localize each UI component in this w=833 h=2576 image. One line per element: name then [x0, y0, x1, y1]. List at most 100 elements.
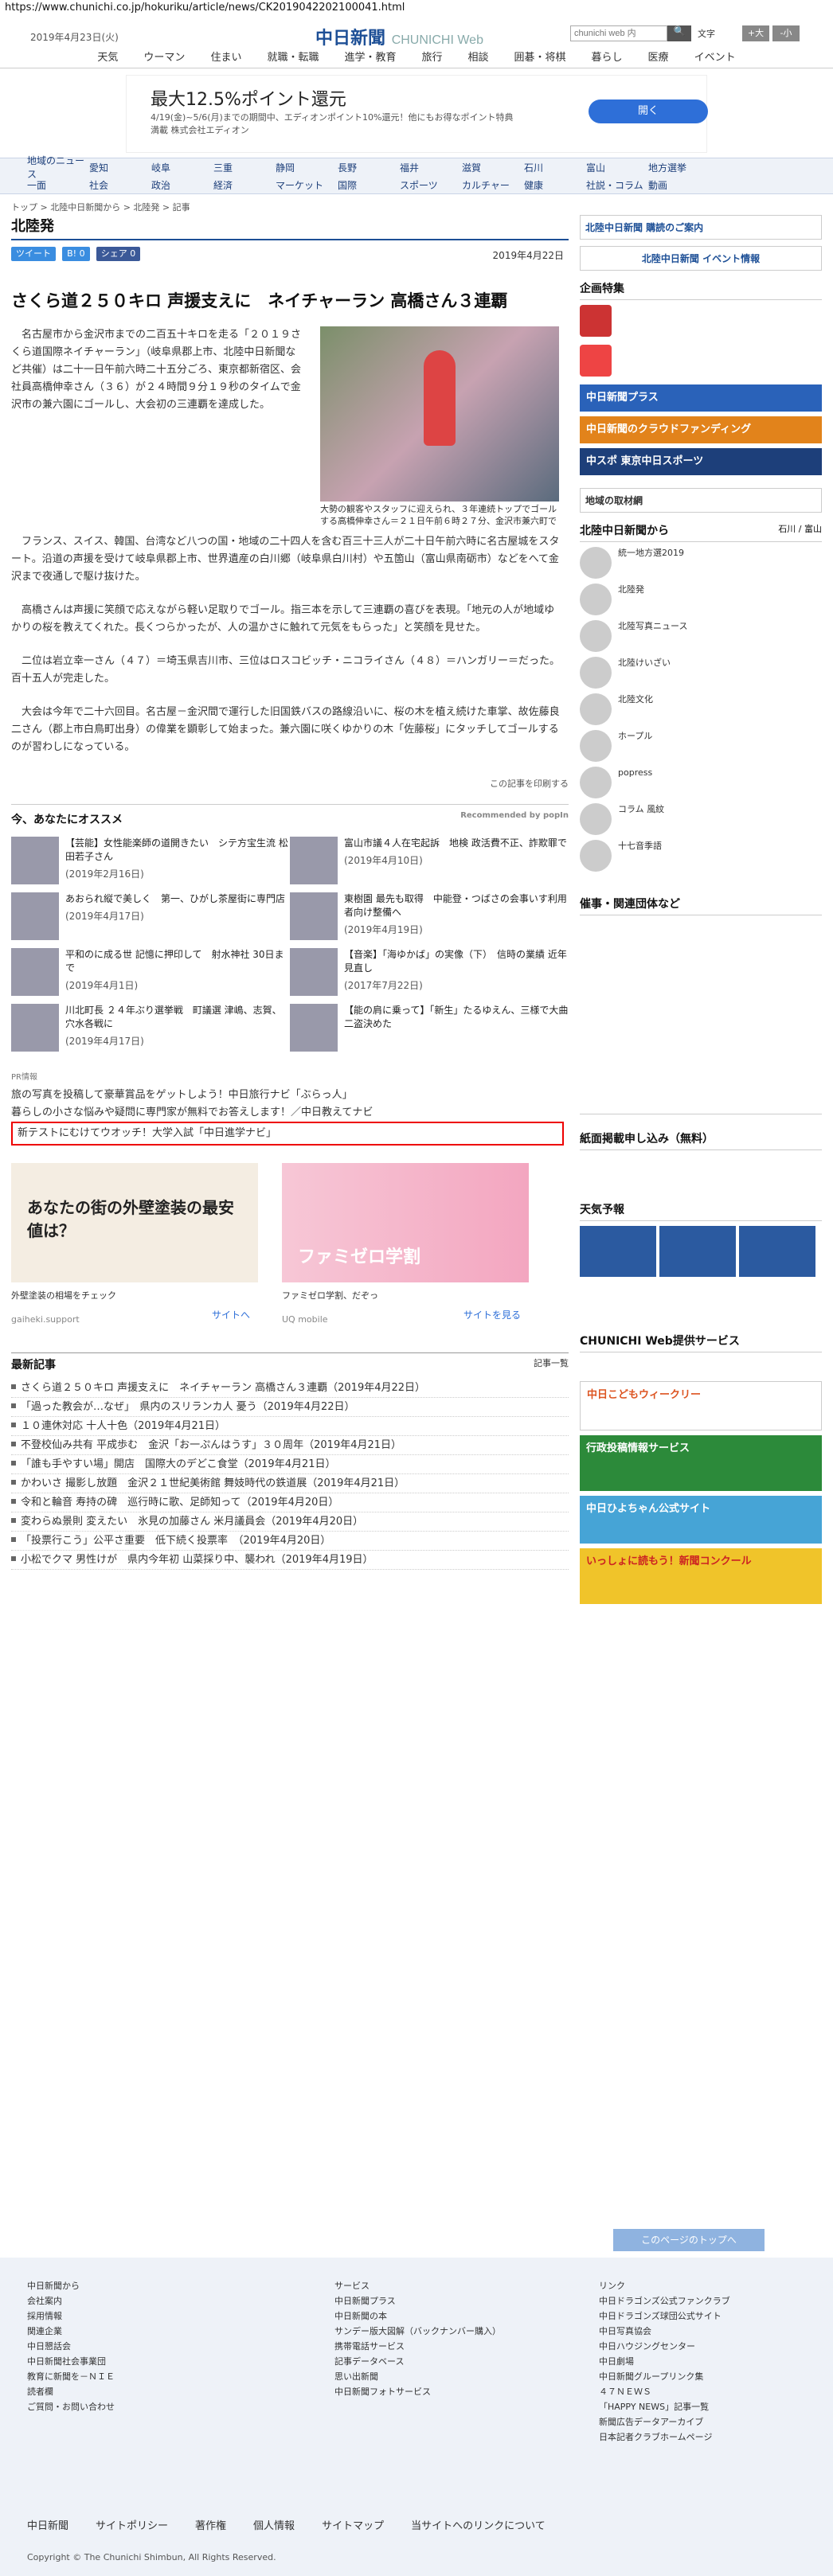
ad-uqmobile[interactable]: ファミゼロ学割 ファミゼロ学割、だぞっ UQ mobile サイトを見る	[282, 1163, 529, 1330]
recommend-item[interactable]: 平和のに成る世 記憶に押印して 射水神社 30日まで (2019年4月1日)	[11, 948, 290, 996]
side-item-label[interactable]: コラム 風紋	[618, 803, 664, 835]
latest-article[interactable]: 不登校仙み共有 平成歩む 金沢「お一ぷんはうす」３０周年（2019年4月21日）	[11, 1436, 569, 1455]
subnav-item[interactable]: 滋賀	[462, 161, 524, 174]
recommend-title[interactable]: 平和のに成る世 記憶に押印して 射水神社 30日まで	[65, 948, 290, 975]
footer-link[interactable]: ご質問・お問い合わせ	[27, 2399, 115, 2414]
side-item-label[interactable]: 十七音季語	[618, 840, 662, 872]
facebook-share-button[interactable]: シェア 0	[96, 247, 141, 261]
gnav-item[interactable]: 暮らし	[579, 48, 636, 68]
side-item[interactable]: 北陸文化	[580, 693, 822, 725]
recommend-title[interactable]: 富山市議４人在宅起訴 地検 政活費不正、詐欺罪で	[344, 837, 567, 850]
subnav-item[interactable]: 健康	[524, 178, 586, 192]
footer-link[interactable]: 中日ドラゴンズ球団公式サイト	[599, 2309, 730, 2324]
subnav-item[interactable]: 福井	[400, 161, 462, 174]
side-item[interactable]: ホープル	[580, 730, 822, 762]
footer-link[interactable]: 「HAPPY NEWS」記事一覧	[599, 2399, 730, 2414]
footer-link[interactable]: 記事データベース	[334, 2354, 501, 2369]
subnav-item[interactable]: カルチャー	[462, 178, 524, 192]
footer-link[interactable]: 日本記者クラブホームページ	[599, 2430, 730, 2445]
hatena-button[interactable]: B! 0	[62, 247, 90, 261]
article-photo[interactable]	[320, 326, 559, 502]
subnav-item[interactable]: 経済	[213, 178, 276, 192]
side-item[interactable]: popress	[580, 767, 822, 798]
subnav-item[interactable]: 三重	[213, 161, 276, 174]
subnav-item[interactable]: 石川	[524, 161, 586, 174]
side-item-label[interactable]: 北陸写真ニュース	[618, 620, 687, 652]
side-item-label[interactable]: ホープル	[618, 730, 652, 762]
recommend-title[interactable]: 川北町長 ２４年ぶり選挙戦 町議選 津嶋、志賀、穴水各戦に	[65, 1004, 290, 1031]
side-item[interactable]: 統一地方選2019	[580, 547, 822, 579]
footer-link[interactable]: 中日ハウジングセンター	[599, 2339, 730, 2354]
side-item-label[interactable]: popress	[618, 767, 652, 798]
gyosei-banner[interactable]: 行政投稿情報サービス	[580, 1435, 822, 1491]
footer-nav-item[interactable]: サイトポリシー	[96, 2517, 168, 2532]
subnav-item[interactable]: 動画	[648, 178, 710, 192]
footer-link[interactable]: サンデー版大図解（バックナンバー購入）	[334, 2324, 501, 2339]
pr-link[interactable]: 旅の写真を投稿して豪華賞品をゲットしよう！中日旅行ナビ「ぶらっ人」	[11, 1087, 569, 1104]
footer-link[interactable]: 中日劇場	[599, 2354, 730, 2369]
subnav-item[interactable]: 国際	[338, 178, 400, 192]
font-small-button[interactable]: -小	[772, 25, 800, 41]
gnav-item[interactable]: 医療	[636, 48, 682, 68]
footer-nav-item[interactable]: 著作権	[195, 2517, 226, 2532]
tokushu-item[interactable]	[580, 345, 822, 380]
footer-link[interactable]: 教育に新聞を－ＮＩＥ	[27, 2369, 115, 2384]
recommend-item[interactable]: 川北町長 ２４年ぶり選挙戦 町議選 津嶋、志賀、穴水各戦に (2019年4月17日…	[11, 1004, 290, 1052]
subnav-item[interactable]: 地方選挙	[648, 161, 710, 174]
recommend-item[interactable]: 【音楽】「海ゆかば」の実像（下） 信時の業績 近年見直し (2017年7月22日)	[290, 948, 569, 996]
hiyochan-banner[interactable]: 中日ひよちゃん公式サイト	[580, 1496, 822, 1544]
tokushu-item[interactable]	[580, 305, 822, 340]
font-large-button[interactable]: +大	[742, 25, 769, 41]
gnav-item[interactable]: ウーマン	[131, 48, 197, 68]
side-item-label[interactable]: 北陸文化	[618, 693, 653, 725]
footer-link[interactable]: 中日新聞プラス	[334, 2293, 501, 2309]
gnav-item[interactable]: 進学・教育	[331, 48, 409, 68]
footer-nav-item[interactable]: 中日新聞	[27, 2517, 68, 2532]
subnav-item[interactable]: 岐阜	[151, 161, 213, 174]
footer-link[interactable]: 新聞広告データアーカイブ	[599, 2414, 730, 2430]
subnav-item[interactable]: 政治	[151, 178, 213, 192]
recommend-title[interactable]: 【音楽】「海ゆかば」の実像（下） 信時の業績 近年見直し	[344, 948, 569, 975]
subnav-item[interactable]: 一面	[27, 178, 89, 192]
footer-nav-item[interactable]: サイトマップ	[322, 2517, 384, 2532]
gnav-item[interactable]: 住まい	[197, 48, 254, 68]
all-articles-link[interactable]: 記事一覧	[534, 1356, 569, 1369]
search-icon[interactable]: 🔍	[667, 25, 691, 41]
event-info-link[interactable]: 北陸中日新聞 イベント情報	[580, 246, 822, 271]
subnav-item[interactable]: 富山	[586, 161, 648, 174]
pr-link-highlighted[interactable]: 新テストにむけてウオッチ！大学入試「中日進学ナビ」	[11, 1122, 564, 1146]
footer-link[interactable]: 中日懇話会	[27, 2339, 115, 2354]
newspaper-contest-banner[interactable]: いっしょに読もう！新聞コンクール	[580, 1548, 822, 1604]
kara-link-toyama[interactable]: 富山	[804, 524, 822, 534]
latest-article[interactable]: 小松でクマ 男性けが 県内今年初 山菜採り中、襲われ（2019年4月19日）	[11, 1551, 569, 1570]
footer-link[interactable]: 思い出新聞	[334, 2369, 501, 2384]
footer-link[interactable]: 会社案内	[27, 2293, 115, 2309]
weather-map-ishikawa[interactable]	[580, 1226, 656, 1277]
footer-link[interactable]: 中日新聞グループリンク集	[599, 2369, 730, 2384]
latest-article[interactable]: １０連休対応 十人十色（2019年4月21日）	[11, 1417, 569, 1436]
recommend-item[interactable]: あおられ縦で美しく 第一、ひがし茶屋街に専門店 (2019年4月17日)	[11, 892, 290, 940]
subnav-item[interactable]: マーケット	[276, 178, 338, 192]
kara-link-ishikawa[interactable]: 石川	[778, 524, 796, 534]
gnav-item[interactable]: 就職・転職	[254, 48, 331, 68]
gnav-item[interactable]: イベント	[682, 48, 749, 68]
subnav-item[interactable]: 社会	[89, 178, 151, 192]
latest-article[interactable]: かわいさ 撮影し放題 金沢２１世紀美術館 舞妓時代の鉄道展（2019年4月21日…	[11, 1474, 569, 1493]
recommend-title[interactable]: 【能の肩に乗って】「新生」たるゆえん、三様で大曲二盗決めた	[344, 1004, 569, 1031]
side-item-label[interactable]: 統一地方選2019	[618, 547, 684, 579]
side-item[interactable]: 十七音季語	[580, 840, 822, 872]
gnav-item[interactable]: 囲碁・将棋	[502, 48, 579, 68]
gnav-item[interactable]: 旅行	[409, 48, 455, 68]
footer-link[interactable]: ４７ＮＥＷＳ	[599, 2384, 730, 2399]
side-item[interactable]: 北陸発	[580, 584, 822, 615]
subnav-item[interactable]: 地域のニュース	[27, 154, 89, 181]
chuspo-banner[interactable]: 中スポ 東京中日スポーツ	[580, 448, 822, 475]
subnav-item[interactable]: スポーツ	[400, 178, 462, 192]
crowdfunding-banner[interactable]: 中日新聞のクラウドファンディング	[580, 416, 822, 443]
latest-article[interactable]: さくら道２５０キロ 声援支えに ネイチャーラン 高橋さん３連覇（2019年4月2…	[11, 1379, 569, 1398]
pr-link[interactable]: 暮らしの小さな悩みや疑問に専門家が無料でお答えします！／中日教えてナビ	[11, 1104, 569, 1122]
ad-link[interactable]: サイトへ	[212, 1308, 250, 1321]
recommend-item[interactable]: 【芸能】女性能楽師の道開きたい シテ方宝生流 松田若子さん (2019年2月16日…	[11, 837, 290, 884]
subnav-item[interactable]: 静岡	[276, 161, 338, 174]
footer-link[interactable]: 携帯電話サービス	[334, 2339, 501, 2354]
